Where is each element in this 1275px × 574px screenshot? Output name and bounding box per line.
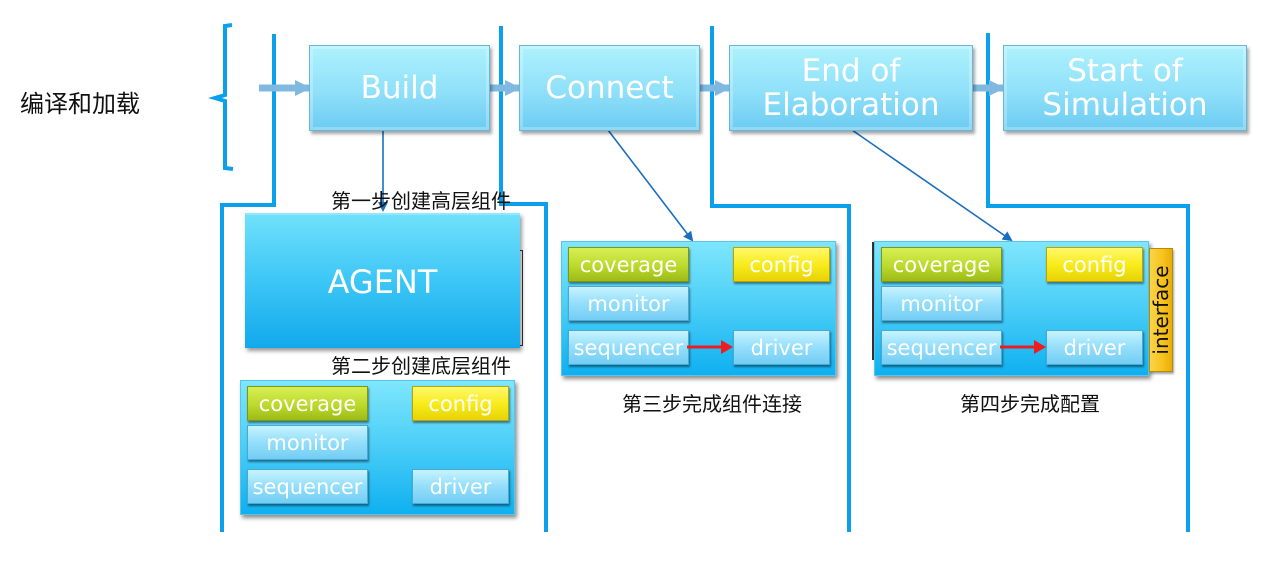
monitor-component: monitor: [247, 425, 368, 460]
phase-build: Build: [309, 45, 490, 131]
sequencer-component: sequencer: [881, 330, 1002, 365]
agent-step4: coverage config monitor sequencer driver: [874, 241, 1149, 376]
sequencer-component: sequencer: [247, 469, 368, 504]
compile-load-label: 编译和加载: [20, 90, 140, 118]
interface-label: interface: [1149, 265, 1173, 355]
coverage-component: coverage: [568, 247, 689, 282]
compile-load-bracket: [208, 23, 234, 171]
config-component: config: [412, 386, 509, 421]
phase-end-of-elaboration: End of Elaboration: [729, 45, 973, 131]
phase-eoe-label: End of Elaboration: [762, 53, 940, 123]
sequencer-driver-connection-arrow: [687, 340, 733, 354]
phase-sos-label: Start of Simulation: [1042, 53, 1208, 123]
phase-connect-label: Connect: [545, 70, 674, 106]
pointer-arrow-connect: [607, 129, 694, 242]
phase-start-of-simulation: Start of Simulation: [1003, 45, 1247, 131]
phase-build-label: Build: [360, 70, 439, 106]
config-component: config: [733, 247, 830, 282]
step4-caption: 第四步完成配置: [960, 392, 1100, 416]
config-component: config: [1046, 247, 1143, 282]
pointer-arrow-eoe: [851, 129, 1013, 242]
interface-component: interface: [1149, 248, 1173, 372]
agent-high-level: AGENT: [245, 213, 520, 348]
agent-step3: coverage config monitor sequencer driver: [561, 241, 836, 376]
sequencer-component: sequencer: [568, 330, 689, 365]
driver-component: driver: [412, 469, 509, 504]
agent-step2: coverage config monitor sequencer driver: [240, 380, 515, 515]
agent-label: AGENT: [327, 262, 438, 301]
step2-caption: 第二步创建底层组件: [331, 354, 511, 378]
driver-component: driver: [1046, 330, 1143, 365]
coverage-component: coverage: [247, 386, 368, 421]
step1-caption: 第一步创建高层组件: [331, 189, 511, 213]
step3-caption: 第三步完成组件连接: [622, 392, 802, 416]
monitor-component: monitor: [568, 286, 689, 321]
phase-connect: Connect: [519, 45, 700, 131]
sequencer-driver-connection-arrow: [1000, 340, 1046, 354]
monitor-component: monitor: [881, 286, 1002, 321]
coverage-component: coverage: [881, 247, 1002, 282]
driver-component: driver: [733, 330, 830, 365]
